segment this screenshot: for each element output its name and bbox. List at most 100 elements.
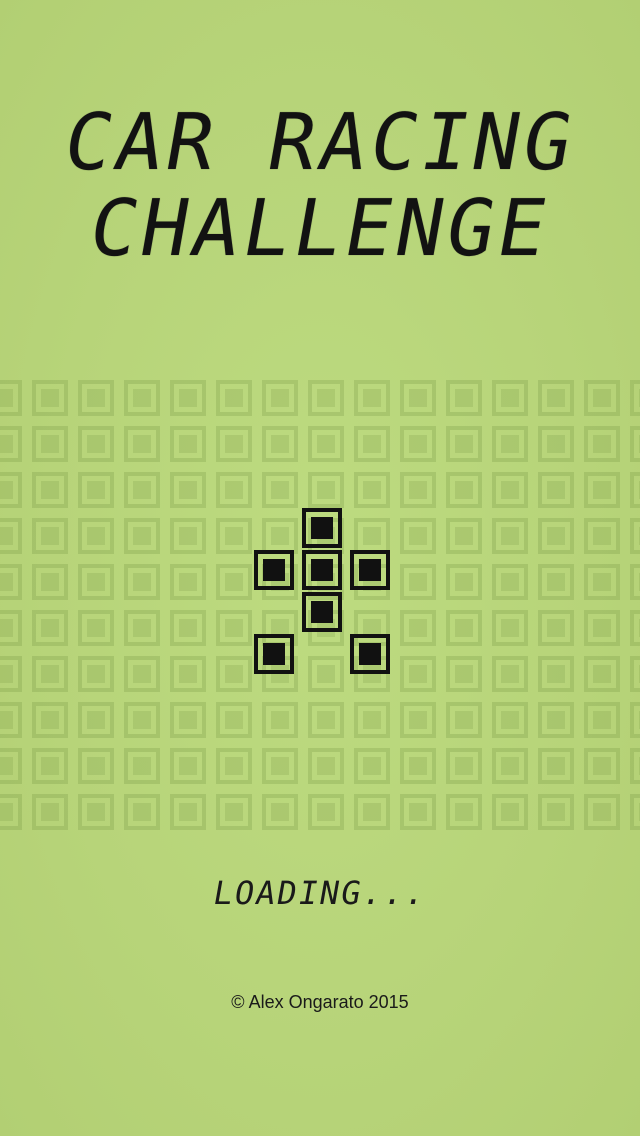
- lcd-pixel-off: [216, 426, 252, 462]
- lcd-pixel-off: [538, 518, 574, 554]
- lcd-pixel-off: [400, 564, 436, 600]
- lcd-pixel-off: [308, 472, 344, 508]
- lcd-pixel-off: [262, 518, 298, 554]
- lcd-pixel-off: [170, 518, 206, 554]
- lcd-grid: [0, 370, 640, 830]
- lcd-pixel-off: [538, 564, 574, 600]
- lcd-pixel-off: [0, 472, 22, 508]
- lcd-pixel-off: [354, 702, 390, 738]
- lcd-pixel-off: [124, 426, 160, 462]
- lcd-pixel-off: [78, 518, 114, 554]
- lcd-pixel-off: [170, 610, 206, 646]
- lcd-pixel-off: [170, 380, 206, 416]
- lcd-pixel-off: [32, 380, 68, 416]
- lcd-pixel-off: [446, 426, 482, 462]
- lcd-pixel-off: [400, 518, 436, 554]
- lcd-pixel-off: [400, 702, 436, 738]
- lcd-pixel-off: [216, 748, 252, 784]
- car-pixel: [302, 508, 342, 548]
- lcd-pixel-off: [630, 610, 640, 646]
- lcd-pixel-off: [584, 518, 620, 554]
- lcd-pixel-off: [124, 794, 160, 830]
- lcd-pixel-off: [124, 702, 160, 738]
- lcd-pixel-off: [262, 472, 298, 508]
- lcd-pixel-off: [78, 656, 114, 692]
- lcd-pixel-off: [538, 426, 574, 462]
- lcd-pixel-off: [492, 702, 528, 738]
- lcd-pixel-off: [538, 472, 574, 508]
- title-line-2: CHALLENGE: [82, 184, 558, 274]
- lcd-pixel-off: [0, 794, 22, 830]
- lcd-pixel-off: [170, 794, 206, 830]
- lcd-pixel-off: [78, 702, 114, 738]
- lcd-pixel-off: [216, 518, 252, 554]
- lcd-pixel-off: [584, 656, 620, 692]
- lcd-pixel-off: [492, 472, 528, 508]
- lcd-pixel-off: [262, 380, 298, 416]
- lcd-pixel-off: [354, 472, 390, 508]
- lcd-pixel-off: [262, 702, 298, 738]
- lcd-pixel-off: [0, 564, 22, 600]
- lcd-pixel-off: [354, 794, 390, 830]
- lcd-pixel-off: [124, 610, 160, 646]
- car-pixel: [350, 634, 390, 674]
- lcd-pixel-off: [0, 748, 22, 784]
- game-title: CAR RACING CHALLENGE: [0, 98, 640, 274]
- lcd-pixel-off: [400, 472, 436, 508]
- lcd-pixel-off: [446, 794, 482, 830]
- lcd-pixel-off: [630, 656, 640, 692]
- car-pixel: [350, 550, 390, 590]
- lcd-pixel-off: [538, 748, 574, 784]
- lcd-pixel-off: [630, 564, 640, 600]
- lcd-pixel-off: [78, 610, 114, 646]
- lcd-pixel-off: [0, 380, 22, 416]
- lcd-pixel-off: [492, 656, 528, 692]
- lcd-pixel-off: [584, 610, 620, 646]
- lcd-pixel-off: [32, 702, 68, 738]
- lcd-pixel-off: [630, 748, 640, 784]
- lcd-pixel-off: [584, 794, 620, 830]
- lcd-pixel-off: [124, 518, 160, 554]
- lcd-pixel-off: [538, 794, 574, 830]
- lcd-pixel-off: [262, 426, 298, 462]
- lcd-pixel-off: [354, 426, 390, 462]
- lcd-pixel-off: [216, 380, 252, 416]
- lcd-pixel-off: [32, 426, 68, 462]
- lcd-pixel-off: [262, 748, 298, 784]
- lcd-pixel-off: [400, 426, 436, 462]
- lcd-pixel-off: [0, 426, 22, 462]
- lcd-pixel-off: [0, 518, 22, 554]
- lcd-pixel-off: [584, 380, 620, 416]
- lcd-pixel-off: [0, 610, 22, 646]
- lcd-pixel-off: [354, 748, 390, 784]
- lcd-pixel-off: [446, 748, 482, 784]
- lcd-pixel-off: [170, 656, 206, 692]
- lcd-pixel-off: [354, 380, 390, 416]
- lcd-pixel-off: [78, 564, 114, 600]
- lcd-pixel-off: [538, 610, 574, 646]
- lcd-pixel-off: [492, 748, 528, 784]
- lcd-pixel-off: [492, 610, 528, 646]
- lcd-pixel-off: [538, 380, 574, 416]
- lcd-pixel-off: [400, 794, 436, 830]
- lcd-pixel-off: [400, 656, 436, 692]
- lcd-pixel-off: [354, 518, 390, 554]
- lcd-pixel-off: [492, 518, 528, 554]
- lcd-pixel-off: [308, 794, 344, 830]
- lcd-pixel-off: [584, 748, 620, 784]
- lcd-pixel-off: [446, 702, 482, 738]
- lcd-pixel-off: [124, 472, 160, 508]
- lcd-pixel-off: [584, 564, 620, 600]
- game-screen: CAR RACING CHALLENGE LOADING... © Alex O…: [0, 0, 640, 1136]
- lcd-pixel-off: [492, 564, 528, 600]
- lcd-pixel-off: [170, 702, 206, 738]
- lcd-pixel-off: [584, 472, 620, 508]
- lcd-pixel-off: [492, 426, 528, 462]
- lcd-pixel-off: [308, 656, 344, 692]
- lcd-pixel-off: [78, 748, 114, 784]
- lcd-pixel-off: [78, 794, 114, 830]
- copyright-text: © Alex Ongarato 2015: [231, 992, 409, 1012]
- lcd-pixel-off: [78, 380, 114, 416]
- lcd-pixel-off: [124, 656, 160, 692]
- lcd-pixel-off: [630, 518, 640, 554]
